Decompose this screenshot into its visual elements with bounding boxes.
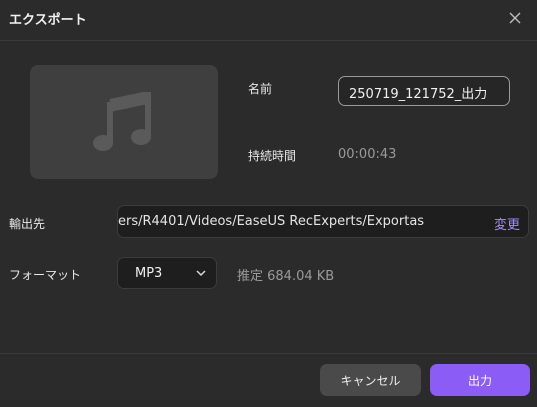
file-name-value: 250719_121752_出力 (349, 87, 488, 102)
close-icon[interactable] (507, 10, 523, 26)
file-name-input[interactable]: 250719_121752_出力 (338, 76, 510, 106)
output-location-label: 輸出先 (9, 217, 46, 231)
title-bar: エクスポート (0, 0, 537, 41)
estimated-size: 推定 684.04 KB (237, 269, 335, 284)
change-location-link[interactable]: 変更 (494, 214, 520, 233)
output-path-text: ers/R4401/Videos/EaseUS RecExperts/Expor… (118, 214, 425, 229)
format-selected-value: MP3 (135, 266, 163, 281)
format-label: フォーマット (9, 268, 82, 282)
dialog-title: エクスポート (9, 13, 87, 28)
duration-value: 00:00:43 (338, 147, 397, 162)
output-path-field[interactable]: ers/R4401/Videos/EaseUS RecExperts/Expor… (117, 205, 529, 238)
chevron-down-icon (196, 270, 206, 277)
audio-thumbnail (30, 65, 218, 179)
cancel-button[interactable]: キャンセル (320, 364, 421, 396)
format-select[interactable]: MP3 (117, 257, 217, 289)
name-label: 名前 (248, 82, 273, 96)
export-button[interactable]: 出力 (430, 364, 530, 396)
music-note-icon (93, 92, 151, 151)
duration-label: 持続時間 (248, 149, 297, 163)
